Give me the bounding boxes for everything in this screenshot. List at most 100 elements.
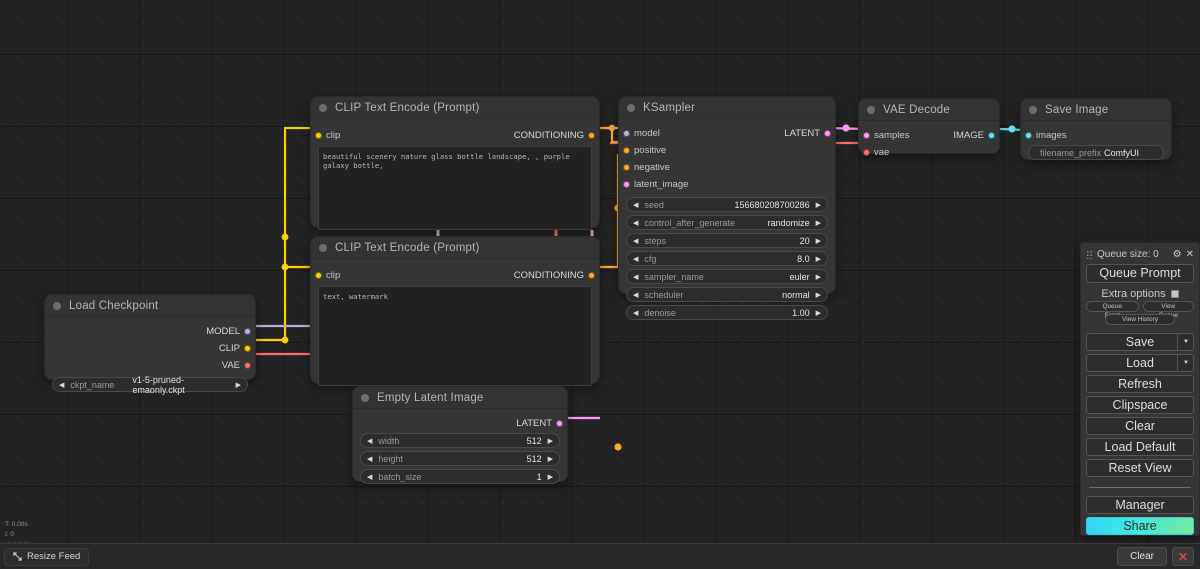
close-icon[interactable]: ✕ xyxy=(1186,249,1194,260)
collapse-dot-icon[interactable] xyxy=(627,103,635,112)
node-title-bar[interactable]: KSampler xyxy=(619,97,835,119)
node-save-image[interactable]: Save Image images filename_prefix ComfyU… xyxy=(1020,98,1172,160)
node-clip-text-encode-negative[interactable]: CLIP Text Encode (Prompt) clip CONDITION… xyxy=(310,236,600,386)
node-vae-decode[interactable]: VAE Decode samples vae IMAGE xyxy=(858,98,1000,158)
slot-input-clip[interactable]: clip xyxy=(311,268,455,282)
load-default-button[interactable]: Load Default xyxy=(1086,438,1194,456)
drag-handle-icon[interactable] xyxy=(1086,249,1093,259)
collapse-dot-icon[interactable] xyxy=(319,243,327,252)
save-dropdown[interactable]: Save ▼ xyxy=(1086,333,1194,354)
increment-arrow-icon[interactable]: ▶ xyxy=(816,201,821,209)
pin-latent-icon[interactable] xyxy=(824,129,831,137)
feed-close-icon[interactable]: ✕ xyxy=(1172,547,1194,566)
slot-input-latent-image[interactable]: latent_image xyxy=(619,177,727,191)
slot-output-image[interactable]: IMAGE xyxy=(929,128,999,142)
increment-arrow-icon[interactable]: ▶ xyxy=(548,437,553,445)
increment-arrow-icon[interactable]: ▶ xyxy=(816,255,821,263)
increment-arrow-icon[interactable]: ▶ xyxy=(816,237,821,245)
queue-prompt-button[interactable]: Queue Prompt xyxy=(1086,264,1194,283)
decrement-arrow-icon[interactable]: ◀ xyxy=(633,201,638,209)
decrement-arrow-icon[interactable]: ◀ xyxy=(367,455,372,463)
decrement-arrow-icon[interactable]: ◀ xyxy=(633,291,638,299)
pin-latent-icon[interactable] xyxy=(863,131,870,139)
slot-input-negative[interactable]: negative xyxy=(619,160,727,174)
collapse-dot-icon[interactable] xyxy=(1029,105,1037,114)
gear-icon[interactable]: ⚙ xyxy=(1173,249,1182,260)
decrement-arrow-icon[interactable]: ◀ xyxy=(633,273,638,281)
pin-clip-icon[interactable] xyxy=(244,344,251,352)
pin-conditioning-icon[interactable] xyxy=(588,131,595,139)
node-ksampler[interactable]: KSampler model positive negative latent_… xyxy=(618,96,836,320)
collapse-dot-icon[interactable] xyxy=(867,105,875,114)
widget-steps[interactable]: ◀ steps 20 ▶ xyxy=(626,233,828,248)
collapse-dot-icon[interactable] xyxy=(361,393,369,402)
slot-input-model[interactable]: model xyxy=(619,126,727,140)
node-title-bar[interactable]: Save Image xyxy=(1021,99,1171,121)
slot-output-clip[interactable]: CLIP xyxy=(45,341,255,355)
queue-front-button[interactable]: Queue Front xyxy=(1086,301,1139,319)
widget-height[interactable]: ◀ height 512 ▶ xyxy=(360,451,560,466)
decrement-arrow-icon[interactable]: ◀ xyxy=(367,437,372,445)
reset-view-button[interactable]: Reset View xyxy=(1086,459,1194,477)
clipspace-button[interactable]: Clipspace xyxy=(1086,396,1194,414)
pin-latent-icon[interactable] xyxy=(623,180,630,188)
collapse-dot-icon[interactable] xyxy=(319,103,327,112)
node-title-bar[interactable]: VAE Decode xyxy=(859,99,999,121)
decrement-arrow-icon[interactable]: ◀ xyxy=(633,219,638,227)
pin-image-icon[interactable] xyxy=(1025,131,1032,139)
node-title-bar[interactable]: CLIP Text Encode (Prompt) xyxy=(311,97,599,119)
widget-denoise[interactable]: ◀ denoise 1.00 ▶ xyxy=(626,305,828,320)
pin-model-icon[interactable] xyxy=(244,327,251,335)
pin-model-icon[interactable] xyxy=(623,129,630,137)
share-button[interactable]: Share xyxy=(1086,517,1194,535)
clear-button[interactable]: Clear xyxy=(1086,417,1194,435)
increment-arrow-icon[interactable]: ▶ xyxy=(816,273,821,281)
pin-clip-icon[interactable] xyxy=(315,131,322,139)
decrement-arrow-icon[interactable]: ◀ xyxy=(633,255,638,263)
node-title-bar[interactable]: Empty Latent Image xyxy=(353,387,567,409)
pin-image-icon[interactable] xyxy=(988,131,995,139)
prompt-textarea-positive[interactable]: beautiful scenery nature glass bottle la… xyxy=(318,146,592,230)
pin-vae-icon[interactable] xyxy=(863,148,870,156)
slot-output-latent[interactable]: LATENT xyxy=(727,126,835,140)
slot-input-images[interactable]: images xyxy=(1021,128,1171,142)
widget-width[interactable]: ◀ width 512 ▶ xyxy=(360,433,560,448)
view-history-button[interactable]: View History xyxy=(1104,314,1175,325)
decrement-arrow-icon[interactable]: ◀ xyxy=(633,309,638,317)
feed-clear-button[interactable]: Clear xyxy=(1117,547,1167,566)
increment-arrow-icon[interactable]: ▶ xyxy=(548,455,553,463)
slot-input-samples[interactable]: samples xyxy=(859,128,929,142)
node-load-checkpoint[interactable]: Load Checkpoint MODEL CLIP VAE ◀ ckpt_na… xyxy=(44,294,256,395)
comfy-menu-panel[interactable]: Queue size: 0 ⚙ ✕ Queue Prompt Extra opt… xyxy=(1080,242,1200,536)
widget-filename-prefix[interactable]: filename_prefix ComfyUI xyxy=(1028,145,1164,160)
prompt-textarea-negative[interactable]: text, watermark xyxy=(318,286,592,386)
extra-options-row[interactable]: Extra options xyxy=(1086,286,1194,301)
widget-batch-size[interactable]: ◀ batch_size 1 ▶ xyxy=(360,469,560,484)
menu-header[interactable]: Queue size: 0 ⚙ ✕ xyxy=(1086,247,1194,261)
increment-arrow-icon[interactable]: ▶ xyxy=(816,291,821,299)
decrement-arrow-icon[interactable]: ◀ xyxy=(633,237,638,245)
pin-conditioning-icon[interactable] xyxy=(588,271,595,279)
manager-button[interactable]: Manager xyxy=(1086,496,1194,514)
extra-options-checkbox[interactable] xyxy=(1170,289,1179,298)
slot-output-conditioning[interactable]: CONDITIONING xyxy=(455,128,599,142)
node-clip-text-encode-positive[interactable]: CLIP Text Encode (Prompt) clip CONDITION… xyxy=(310,96,600,230)
decrement-arrow-icon[interactable]: ◀ xyxy=(367,473,372,481)
collapse-dot-icon[interactable] xyxy=(53,301,61,310)
pin-vae-icon[interactable] xyxy=(244,361,251,369)
chevron-down-icon[interactable]: ▼ xyxy=(1177,333,1194,351)
node-title-bar[interactable]: CLIP Text Encode (Prompt) xyxy=(311,237,599,259)
view-queue-button[interactable]: View Queue xyxy=(1142,301,1194,319)
load-dropdown[interactable]: Load ▼ xyxy=(1086,354,1194,375)
node-graph-canvas[interactable]: CLIP Text Encode (Prompt) clip CONDITION… xyxy=(0,0,1200,569)
pin-clip-icon[interactable] xyxy=(315,271,322,279)
increment-arrow-icon[interactable]: ▶ xyxy=(548,473,553,481)
node-title-bar[interactable]: Load Checkpoint xyxy=(45,295,255,317)
slot-output-latent[interactable]: LATENT xyxy=(353,416,567,430)
pin-conditioning-icon[interactable] xyxy=(623,163,630,171)
increment-arrow-icon[interactable]: ▶ xyxy=(816,219,821,227)
pin-latent-icon[interactable] xyxy=(556,419,563,427)
slot-output-model[interactable]: MODEL xyxy=(45,324,255,338)
pin-conditioning-icon[interactable] xyxy=(623,146,630,154)
slot-input-positive[interactable]: positive xyxy=(619,143,727,157)
